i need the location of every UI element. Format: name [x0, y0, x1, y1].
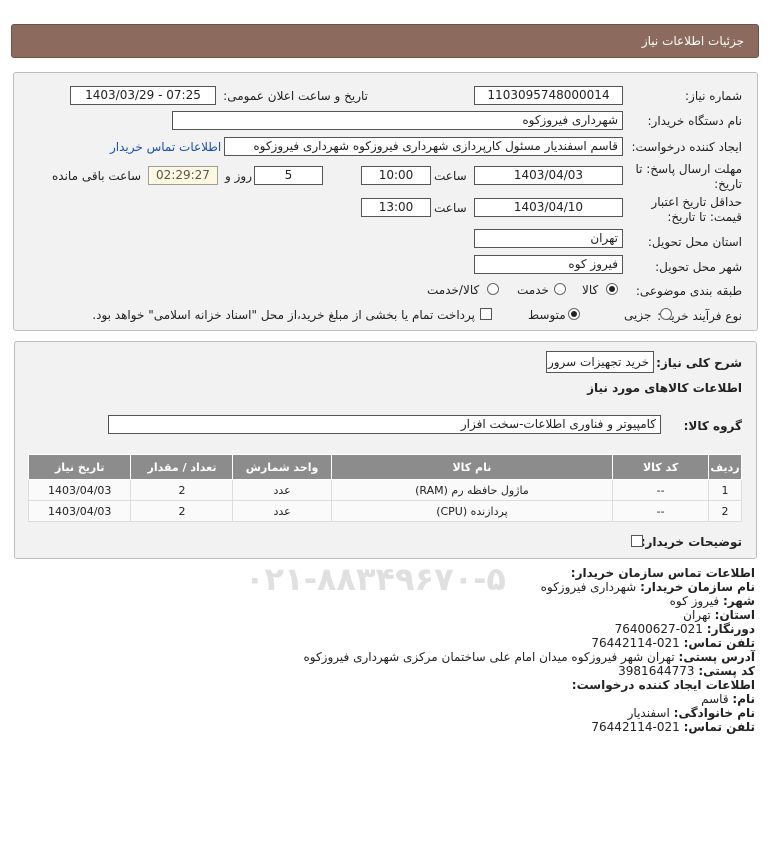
- buyer-notes-checkbox[interactable]: [631, 535, 643, 547]
- goods-group-label: گروه کالا:: [683, 419, 742, 433]
- col-unit: واحد شمارش: [232, 454, 332, 480]
- contact-city-row: شهر: فیروز کوه: [669, 594, 755, 608]
- cell-need-date: 1403/04/03: [27, 500, 132, 522]
- table-row[interactable]: 2 -- پردازنده (CPU) عدد 2 1403/04/03: [27, 500, 742, 522]
- col-need-date: تاریخ نیاز: [27, 454, 132, 480]
- cell-need-date: 1403/04/03: [27, 479, 132, 501]
- cell-goods-name: ماژول حافظه رم (RAM): [330, 479, 614, 501]
- contact-province-row: استان: تهران: [683, 608, 755, 622]
- creator-phone-row: تلفن تماس: 021-76442114: [591, 720, 755, 734]
- goods-table-header: ردیف کد کالا نام کالا واحد شمارش تعداد /…: [27, 454, 742, 480]
- cell-goods-code: --: [612, 479, 710, 501]
- cell-row-number: 1: [708, 479, 742, 501]
- buyer-notes-label: توضیحات خریدار:: [640, 535, 742, 549]
- contact-title: اطلاعات تماس سازمان خریدار:: [570, 566, 755, 580]
- creator-last-name-row: نام خانوادگی: اسفندیار: [627, 706, 755, 720]
- summary-desc-field[interactable]: خرید تجهیزات سرور: [546, 351, 654, 373]
- goods-info-title: اطلاعات کالاهای مورد نیاز: [587, 381, 742, 395]
- buyer-contact-section: اطلاعات تماس سازمان خریدار: نام سازمان خ…: [15, 566, 755, 766]
- contact-org-row: نام سازمان خریدار: شهرداری فیروزکوه: [540, 580, 755, 594]
- col-goods-name: نام کالا: [330, 454, 614, 480]
- col-row-number: ردیف: [708, 454, 742, 480]
- creator-info-title: اطلاعات ایجاد کننده درخواست:: [571, 678, 755, 692]
- cell-goods-name: پردازنده (CPU): [330, 500, 614, 522]
- summary-desc-label: شرح کلی نیاز:: [656, 356, 742, 370]
- contact-phone-row: تلفن تماس: 021-76442114: [591, 636, 755, 650]
- contact-address-row: آدرس پستی: تهران شهر فیروزکوه میدان امام…: [303, 650, 755, 664]
- cell-quantity: 2: [130, 500, 234, 522]
- cell-unit: عدد: [232, 500, 332, 522]
- col-goods-code: کد کالا: [612, 454, 710, 480]
- goods-table: ردیف کد کالا نام کالا واحد شمارش تعداد /…: [27, 454, 742, 522]
- creator-first-name-row: نام: قاسم: [701, 692, 755, 706]
- col-quantity: تعداد / مقدار: [130, 454, 234, 480]
- table-row[interactable]: 1 -- ماژول حافظه رم (RAM) عدد 2 1403/04/…: [27, 479, 742, 501]
- cell-row-number: 2: [708, 500, 742, 522]
- contact-postal-row: کد پستی: 3981644773: [618, 664, 755, 678]
- cell-goods-code: --: [612, 500, 710, 522]
- contact-fax-row: دورنگار: 021-76400627: [614, 622, 755, 636]
- goods-group-field[interactable]: کامپیوتر و فناوری اطلاعات-سخت افزار: [108, 415, 661, 434]
- cell-unit: عدد: [232, 479, 332, 501]
- cell-quantity: 2: [130, 479, 234, 501]
